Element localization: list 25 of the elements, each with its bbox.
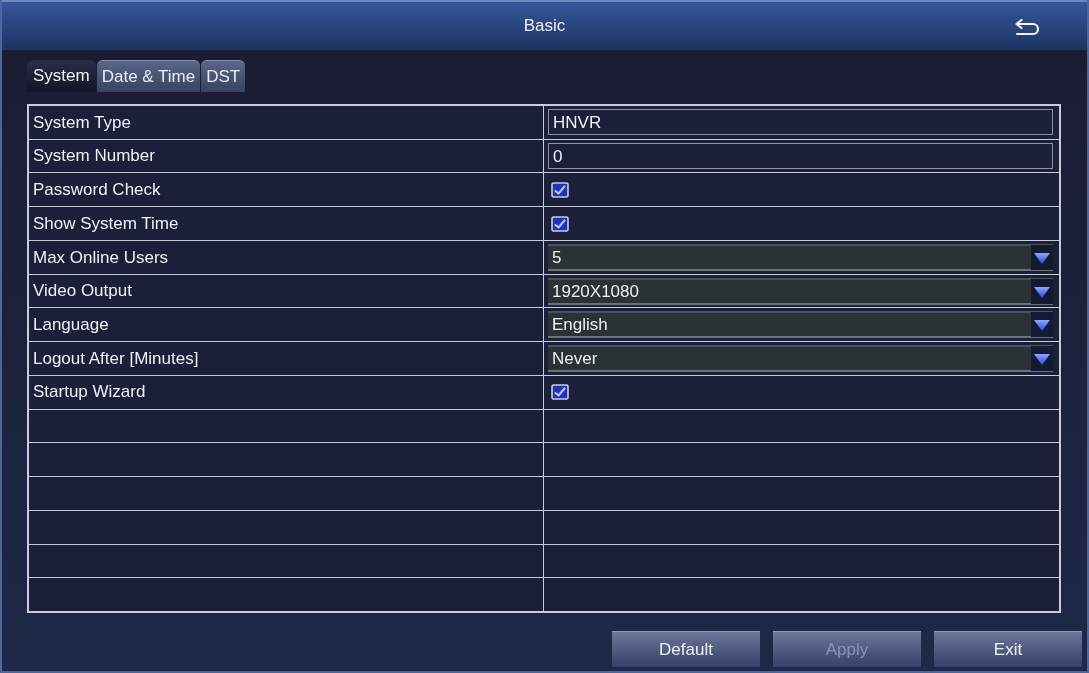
setting-label: Language [33, 314, 109, 336]
footer-button[interactable]: Exit [934, 631, 1082, 667]
setting-label: Max Online Users [33, 246, 169, 269]
text-field[interactable]: 0 [548, 143, 1053, 170]
back-icon[interactable] [1014, 19, 1040, 37]
window-title: Basic [523, 15, 566, 38]
dropdown-field[interactable]: Never [548, 345, 1053, 372]
checkbox[interactable] [551, 181, 569, 198]
setting-label: Show System Time [33, 212, 179, 235]
setting-label: Password Check [33, 179, 161, 202]
setting-label: Startup Wizard [33, 381, 146, 404]
footer-button[interactable]: Default [612, 631, 760, 667]
text-field[interactable]: HNVR [548, 109, 1053, 136]
dropdown-field[interactable]: 1920X1080 [548, 277, 1053, 305]
setting-label: System Type [33, 111, 131, 134]
setting-label: Logout After [Minutes] [33, 347, 199, 370]
setting-label: System Number [33, 145, 155, 168]
setting-label: Video Output [33, 280, 132, 303]
dropdown-field[interactable]: English [548, 311, 1053, 339]
checkbox[interactable] [551, 384, 569, 401]
checkbox[interactable] [551, 215, 569, 232]
tab[interactable]: DST [201, 60, 246, 92]
tab[interactable]: System [27, 60, 96, 92]
tab[interactable]: Date & Time [96, 60, 201, 92]
dropdown-field[interactable]: 5 [548, 243, 1053, 271]
